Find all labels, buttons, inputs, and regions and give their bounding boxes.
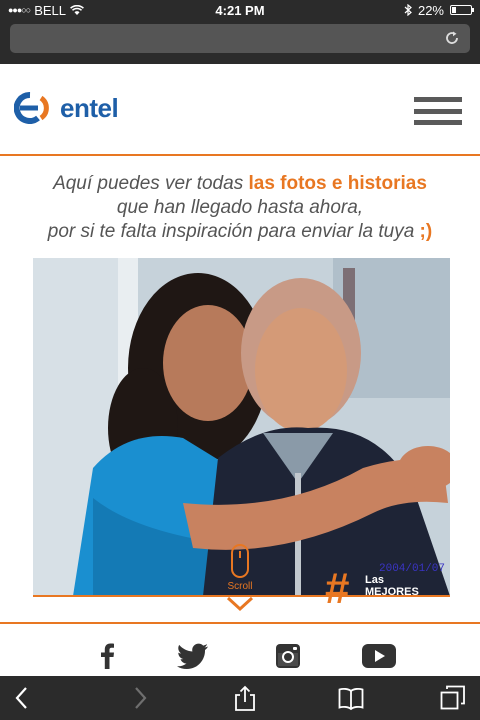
social-bar: [0, 622, 480, 678]
chevron-down-icon[interactable]: [226, 596, 254, 612]
back-icon[interactable]: [10, 685, 36, 711]
logo-text: entel: [60, 92, 119, 123]
reload-icon[interactable]: [444, 30, 460, 46]
youtube-icon[interactable]: [362, 642, 396, 670]
hashtag-icon: #: [325, 564, 350, 613]
battery-label: 22%: [417, 2, 444, 18]
intro-line-3-text: por si te falta inspiración para enviar …: [47, 221, 420, 242]
intro-line-2: que han llegado hasta ahora,: [116, 197, 364, 218]
entel-logo[interactable]: entel: [14, 92, 119, 124]
forward-icon[interactable]: [126, 685, 152, 711]
battery-level: [452, 7, 456, 13]
intro-highlight: las fotos e historias: [248, 173, 427, 194]
intro-text: Aquí puedes ver todas las fotos e histor…: [0, 172, 480, 244]
scroll-indicator[interactable]: Scroll: [224, 543, 256, 593]
facebook-icon[interactable]: [98, 642, 116, 670]
badge-line-1: Las: [365, 574, 384, 586]
intro-line-3: por si te falta inspiración para enviar …: [0, 220, 480, 244]
browser-toolbar: [0, 676, 480, 720]
hamburger-menu-icon[interactable]: [414, 97, 462, 125]
badge-text: Las MEJORES: [365, 574, 419, 598]
status-right: 22%: [404, 2, 474, 18]
wifi-icon: [70, 4, 84, 15]
mouse-icon: [231, 544, 249, 578]
share-icon[interactable]: [232, 685, 258, 711]
intro-line-1-prefix: Aquí puedes ver todas: [53, 173, 249, 194]
battery-icon: [450, 5, 474, 15]
las-mejores-badge: # Las MEJORES: [325, 564, 450, 613]
smile-emoticon: ;): [419, 221, 433, 242]
bluetooth-icon: [404, 4, 412, 16]
carrier-label: BELL: [34, 2, 66, 18]
intro-line-1: Aquí puedes ver todas las fotos e histor…: [0, 172, 480, 196]
scroll-label: Scroll: [227, 581, 253, 592]
bookmarks-icon[interactable]: [338, 685, 364, 711]
signal-icon: ●●●○○: [8, 5, 31, 15]
status-left: ●●●○○ BELL: [8, 3, 84, 18]
browser-chrome: [0, 20, 480, 64]
entel-logo-mark: [14, 92, 49, 124]
tabs-icon[interactable]: [440, 685, 466, 711]
status-bar: ●●●○○ BELL 4:21 PM 22%: [0, 0, 480, 20]
badge-line-2: MEJORES: [365, 586, 419, 598]
instagram-icon[interactable]: [274, 642, 302, 670]
site-header: entel: [0, 64, 480, 156]
twitter-icon[interactable]: [176, 642, 210, 670]
url-field[interactable]: [10, 24, 470, 53]
